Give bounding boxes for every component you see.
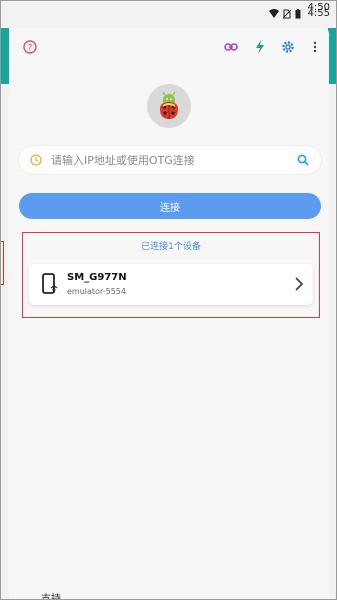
ip-address-input[interactable] bbox=[51, 153, 295, 167]
status-bar: 4:55 bbox=[1, 1, 336, 26]
flash-icon[interactable] bbox=[251, 38, 269, 56]
status-time-top: 4:50 bbox=[307, 2, 330, 13]
connected-count-label: 已连接1个设备 bbox=[141, 242, 201, 252]
history-icon[interactable] bbox=[29, 153, 43, 167]
device-name: SM_G977N bbox=[67, 272, 127, 283]
background-app-text: 支持 bbox=[41, 594, 61, 600]
more-icon[interactable] bbox=[306, 38, 324, 56]
connect-sheet: ? 请输入IP地址或使用OTG连接 连接 已连接1个设备 SM_G977N em… bbox=[9, 28, 329, 599]
device-serial: emulator-5554 bbox=[67, 287, 126, 296]
help-icon[interactable]: ? bbox=[21, 38, 39, 56]
wifi-icon bbox=[268, 9, 279, 18]
device-card[interactable]: SM_G977N emulator-5554 bbox=[29, 264, 313, 305]
background-app-strip bbox=[1, 28, 9, 84]
phone-wifi-icon bbox=[42, 273, 58, 294]
background-app-strip bbox=[328, 28, 336, 84]
screen: 4:55 4:50 ? 请输入IP地址或使用OTG连接 连接 已连接1个设备 S… bbox=[0, 0, 337, 600]
background-highlight-edge bbox=[1, 241, 4, 285]
search-icon[interactable] bbox=[295, 152, 311, 168]
connected-devices-section: 已连接1个设备 SM_G977N emulator-5554 bbox=[22, 232, 320, 318]
ladybug-android-logo bbox=[147, 84, 191, 128]
svg-text:?: ? bbox=[28, 44, 33, 54]
ip-search-bar bbox=[19, 146, 321, 174]
connect-button[interactable]: 连接 bbox=[19, 193, 321, 219]
no-sim-icon bbox=[282, 9, 291, 18]
chevron-right-icon bbox=[295, 277, 304, 291]
toolbar: ? bbox=[9, 38, 329, 60]
link-icon[interactable] bbox=[222, 38, 240, 56]
battery-icon bbox=[295, 8, 301, 18]
gear-icon[interactable] bbox=[279, 38, 297, 56]
